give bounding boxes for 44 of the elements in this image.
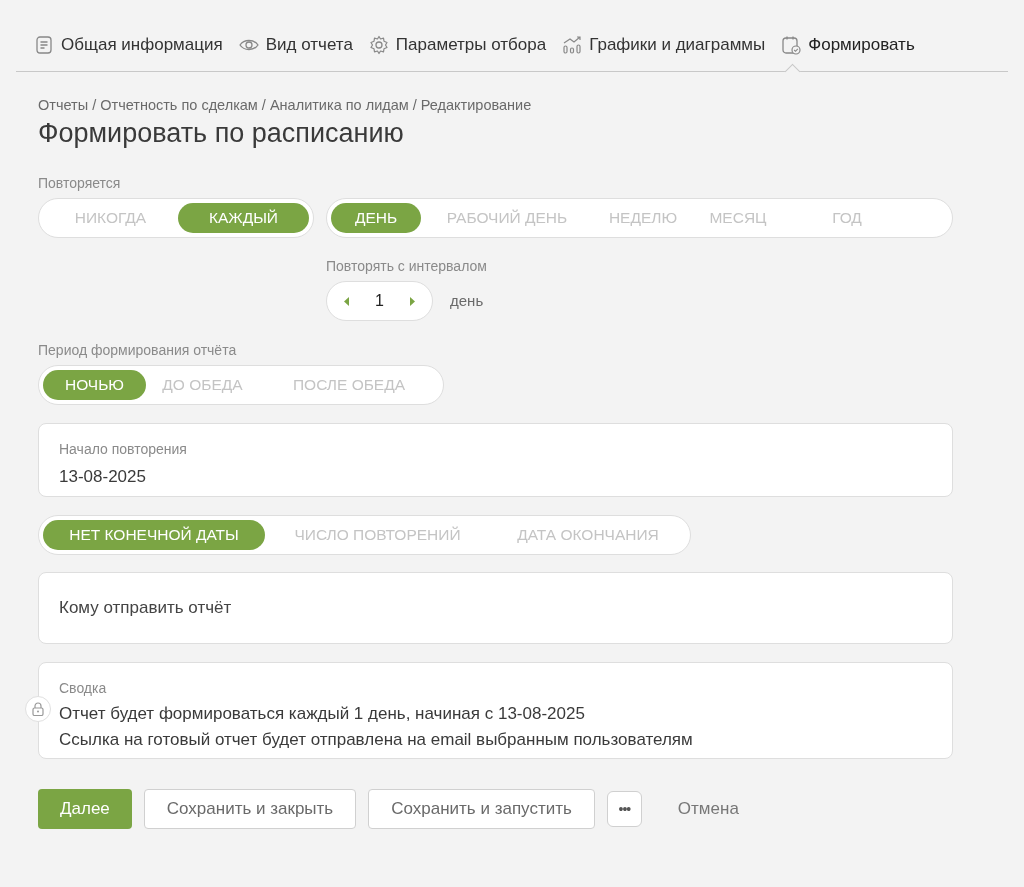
field-label: Повторять с интервалом	[326, 257, 488, 275]
breadcrumb: Отчеты / Отчетность по сделкам / Аналитика по лидам / Редактирование	[38, 96, 533, 114]
page-title: Формировать по расписанию	[38, 117, 405, 150]
segment-option[interactable]: РАБОЧИЙ ДЕНЬ	[421, 203, 593, 233]
field-label: Сводка	[59, 679, 107, 697]
interval-stepper[interactable]: 1	[326, 281, 433, 321]
summary-text: Ссылка на готовый отчет будет отправлена на email выбранным пользователям	[59, 729, 693, 751]
calendar-icon	[781, 35, 802, 55]
summary-text: Отчет будет формироваться каждый 1 день, начиная с 13-08-2025	[59, 703, 585, 725]
field-label: Период формирования отчёта	[38, 341, 238, 359]
decrement-icon[interactable]	[344, 296, 350, 306]
tab[interactable]: Графики и диаграммы	[562, 29, 766, 71]
tab[interactable]: Вид отчета	[238, 29, 353, 71]
tab[interactable]: Параметры отбора	[368, 29, 547, 71]
segment-option[interactable]: ДАТА ОКОНЧАНИЯ	[490, 520, 686, 550]
more-button[interactable]: •••	[606, 791, 642, 827]
field-label: Начало повторения	[59, 440, 187, 458]
segment-option[interactable]: НЕДЕЛЮ	[593, 203, 693, 233]
recipients-field[interactable]: Кому отправить отчёт	[38, 572, 953, 644]
stepper-value: 1	[375, 291, 384, 311]
save-button[interactable]: Сохранить и закрыть	[143, 789, 357, 829]
next-button[interactable]: Далее	[38, 789, 132, 829]
segment-option[interactable]: ГОД	[783, 203, 911, 233]
segment-option[interactable]: НЕТ КОНЕЧНОЙ ДАТЫ	[43, 520, 265, 550]
segment-option[interactable]: ЧИСЛО ПОВТОРЕНИЙ	[265, 520, 490, 550]
tab[interactable]: Общая информация	[34, 29, 223, 71]
document-icon	[34, 35, 54, 55]
segment-option[interactable]: МЕСЯЦ	[693, 203, 783, 233]
start-date-field[interactable]: Начало повторения 13-08-2025	[38, 423, 953, 497]
tab[interactable]: Формировать	[781, 29, 915, 71]
chart-icon	[562, 35, 583, 55]
cancel-button[interactable]: Отмена	[653, 789, 763, 829]
segment-option[interactable]: НОЧЬЮ	[43, 370, 146, 400]
segment-option[interactable]: ДО ОБЕДА	[146, 370, 259, 400]
interval-unit: день	[450, 290, 484, 311]
segment-option[interactable]: ПОСЛЕ ОБЕДА	[259, 370, 439, 400]
increment-icon[interactable]	[409, 296, 415, 306]
save-button[interactable]: Сохранить и запустить	[368, 789, 595, 829]
segment-option[interactable]: ДЕНЬ	[331, 203, 421, 233]
field-label: Повторяется	[38, 174, 122, 192]
segment-option[interactable]: НИКОГДА	[43, 203, 178, 233]
gear-icon	[368, 35, 389, 55]
field-value: 13-08-2025	[59, 466, 146, 488]
segment-option[interactable]: КАЖДЫЙ	[178, 203, 309, 233]
